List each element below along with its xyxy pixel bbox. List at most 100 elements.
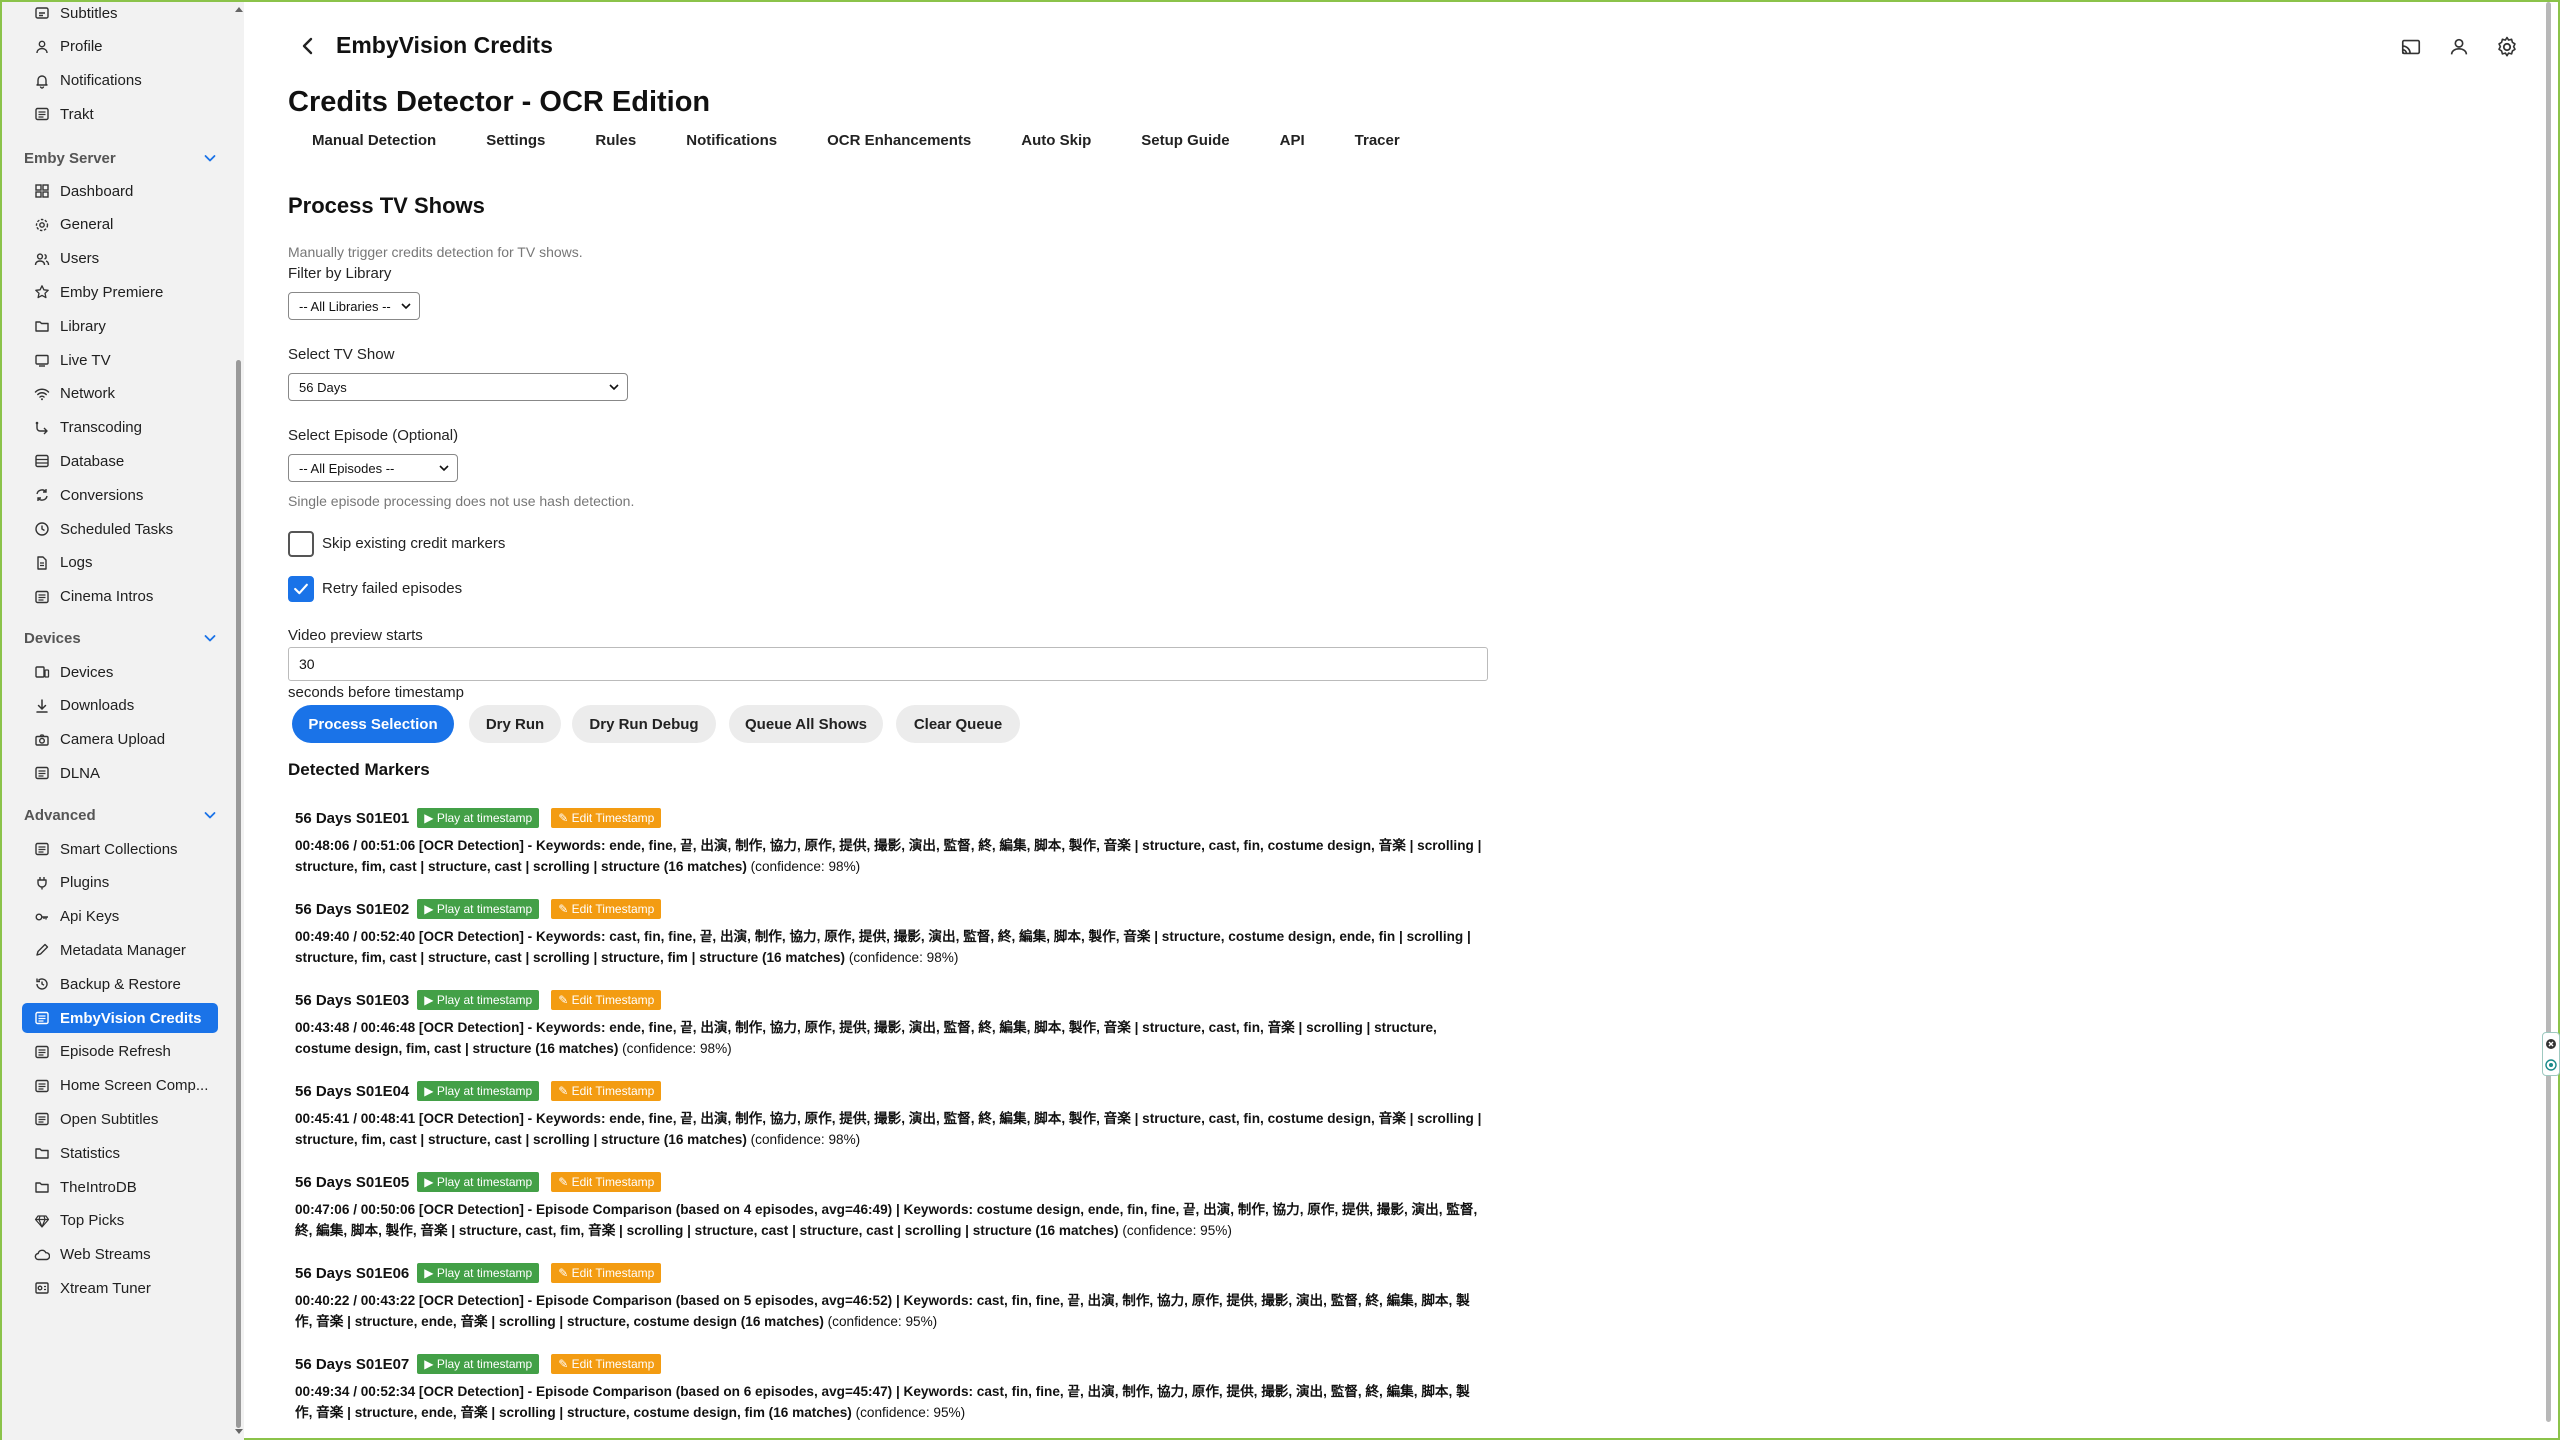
- sidebar-item-backup-restore[interactable]: Backup & Restore: [22, 969, 218, 999]
- tab-rules[interactable]: Rules: [595, 132, 636, 149]
- cast-button[interactable]: [2398, 34, 2424, 60]
- sidebar-item-dlna[interactable]: DLNA: [22, 758, 218, 788]
- dry-run-debug-button[interactable]: Dry Run Debug: [572, 705, 716, 743]
- user-button[interactable]: [2446, 34, 2472, 60]
- sidebar-item-camera-upload[interactable]: Camera Upload: [22, 725, 218, 755]
- scroll-down-icon[interactable]: [235, 1429, 243, 1434]
- sidebar-item-downloads[interactable]: Downloads: [22, 691, 218, 721]
- settings-button[interactable]: [2494, 34, 2520, 60]
- clear-queue-button[interactable]: Clear Queue: [896, 705, 1020, 743]
- retry-failed-checkbox[interactable]: [288, 576, 314, 602]
- episode-select-value: -- All Episodes --: [299, 460, 395, 476]
- edit-timestamp-button[interactable]: ✎ Edit Timestamp: [551, 899, 662, 919]
- sidebar-item-database[interactable]: Database: [22, 446, 218, 476]
- sidebar-item-dashboard[interactable]: Dashboard: [22, 176, 218, 206]
- library-select[interactable]: -- All Libraries --: [288, 292, 420, 320]
- marker-header: 56 Days S01E07 ▶ Play at timestamp ✎ Edit …: [295, 1353, 1485, 1375]
- sidebar-section-devices[interactable]: Devices: [24, 625, 218, 651]
- sidebar-item-smart-collections[interactable]: Smart Collections: [22, 834, 218, 864]
- sidebar-item-metadata-manager[interactable]: Metadata Manager: [22, 935, 218, 965]
- sidebar-scroll-thumb[interactable]: [236, 360, 241, 1428]
- sidebar-item-library[interactable]: Library: [22, 311, 218, 341]
- process-selection-button[interactable]: Process Selection: [292, 705, 454, 743]
- sidebar-item-episode-refresh[interactable]: Episode Refresh: [22, 1037, 218, 1067]
- sidebar-item-live-tv[interactable]: Live TV: [22, 345, 218, 375]
- marker-episode: 56 Days S01E07: [295, 1355, 410, 1373]
- sidebar-item-general[interactable]: General: [22, 210, 218, 240]
- floating-widget[interactable]: [2542, 1032, 2560, 1076]
- play-at-timestamp-button[interactable]: ▶ Play at timestamp: [417, 1172, 540, 1192]
- chevron-down-icon: [609, 384, 619, 391]
- play-at-timestamp-button[interactable]: ▶ Play at timestamp: [417, 1263, 540, 1283]
- sidebar-item-emby-premiere[interactable]: Emby Premiere: [22, 277, 218, 307]
- dry-run-button[interactable]: Dry Run: [469, 705, 561, 743]
- sidebar-section-title: Advanced: [24, 806, 96, 824]
- sidebar-item-logs[interactable]: Logs: [22, 548, 218, 578]
- play-at-timestamp-button[interactable]: ▶ Play at timestamp: [417, 808, 540, 828]
- marker-text: 00:45:41 / 00:48:41 [OCR Detection] - Ke…: [295, 1111, 1482, 1147]
- play-at-timestamp-button[interactable]: ▶ Play at timestamp: [417, 990, 540, 1010]
- sidebar-item-open-subtitles[interactable]: Open Subtitles: [22, 1104, 218, 1134]
- play-at-timestamp-button[interactable]: ▶ Play at timestamp: [417, 1354, 540, 1374]
- tv-show-select[interactable]: 56 Days: [288, 373, 628, 401]
- close-circle-icon[interactable]: [2545, 1038, 2557, 1050]
- tab-api[interactable]: API: [1280, 132, 1305, 149]
- target-icon[interactable]: [2545, 1058, 2557, 1071]
- episode-select[interactable]: -- All Episodes --: [288, 454, 458, 482]
- preview-suffix: seconds before timestamp: [288, 684, 464, 701]
- sidebar-item-users[interactable]: Users: [22, 244, 218, 274]
- sidebar-item-cinema-intros[interactable]: Cinema Intros: [22, 582, 218, 612]
- edit-timestamp-button[interactable]: ✎ Edit Timestamp: [551, 990, 662, 1010]
- sidebar-section-emby-server[interactable]: Emby Server: [24, 145, 218, 171]
- sidebar-item-api-keys[interactable]: Api Keys: [22, 902, 218, 932]
- edit-timestamp-button[interactable]: ✎ Edit Timestamp: [551, 1172, 662, 1192]
- sidebar-item-network[interactable]: Network: [22, 379, 218, 409]
- play-at-timestamp-button[interactable]: ▶ Play at timestamp: [417, 1081, 540, 1101]
- tab-settings[interactable]: Settings: [486, 132, 545, 149]
- bell-icon: [34, 73, 50, 89]
- sidebar-item-embyvision-credits[interactable]: EmbyVision Credits: [22, 1003, 218, 1033]
- sidebar-item-plugins[interactable]: Plugins: [22, 868, 218, 898]
- sidebar-section-advanced[interactable]: Advanced: [24, 802, 218, 828]
- sidebar-item-label: EmbyVision Credits: [60, 1009, 202, 1027]
- sidebar-item-trakt[interactable]: Trakt: [22, 99, 218, 129]
- edit-timestamp-button[interactable]: ✎ Edit Timestamp: [551, 1263, 662, 1283]
- sidebar-item-home-screen-comp[interactable]: Home Screen Comp...: [22, 1071, 218, 1101]
- sidebar-item-devices[interactable]: Devices: [22, 657, 218, 687]
- sidebar-scrollbar[interactable]: [234, 2, 244, 1440]
- marker-text: 00:48:06 / 00:51:06 [OCR Detection] - Ke…: [295, 838, 1482, 874]
- preview-seconds-input[interactable]: 30: [288, 647, 1488, 681]
- sidebar-item-conversions[interactable]: Conversions: [22, 480, 218, 510]
- main-scroll-thumb[interactable]: [2546, 2, 2551, 1422]
- marker-confidence: (confidence: 98%): [622, 1041, 732, 1056]
- sidebar-item-subtitles[interactable]: Subtitles: [22, 2, 218, 28]
- tab-auto-skip[interactable]: Auto Skip: [1021, 132, 1091, 149]
- list-icon: [34, 765, 50, 781]
- play-at-timestamp-button[interactable]: ▶ Play at timestamp: [417, 899, 540, 919]
- marker-details: 00:49:40 / 00:52:40 [OCR Detection] - Ke…: [295, 926, 1485, 968]
- scroll-up-icon[interactable]: [235, 7, 243, 12]
- sidebar-item-top-picks[interactable]: Top Picks: [22, 1206, 218, 1236]
- tab-tracer[interactable]: Tracer: [1355, 132, 1400, 149]
- edit-timestamp-button[interactable]: ✎ Edit Timestamp: [551, 1081, 662, 1101]
- back-button[interactable]: [294, 32, 322, 60]
- sidebar-item-web-streams[interactable]: Web Streams: [22, 1240, 218, 1270]
- tab-ocr-enhancements[interactable]: OCR Enhancements: [827, 132, 971, 149]
- tab-manual-detection[interactable]: Manual Detection: [312, 132, 436, 149]
- sidebar-item-notifications[interactable]: Notifications: [22, 66, 218, 96]
- tab-setup-guide[interactable]: Setup Guide: [1141, 132, 1229, 149]
- sidebar-item-theintrodb[interactable]: TheIntroDB: [22, 1172, 218, 1202]
- sidebar-item-label: Trakt: [60, 105, 94, 123]
- retry-failed-label: Retry failed episodes: [322, 580, 463, 597]
- queue-all-button[interactable]: Queue All Shows: [729, 705, 883, 743]
- sidebar-item-profile[interactable]: Profile: [22, 32, 218, 62]
- sidebar-item-transcoding[interactable]: Transcoding: [22, 413, 218, 443]
- sidebar-item-xtream-tuner[interactable]: Xtream Tuner: [22, 1273, 218, 1303]
- skip-existing-checkbox[interactable]: [288, 531, 314, 557]
- main-scrollbar[interactable]: [2540, 2, 2560, 1440]
- sidebar-item-statistics[interactable]: Statistics: [22, 1138, 218, 1168]
- edit-timestamp-button[interactable]: ✎ Edit Timestamp: [551, 1354, 662, 1374]
- edit-timestamp-button[interactable]: ✎ Edit Timestamp: [551, 808, 662, 828]
- tab-notifications[interactable]: Notifications: [686, 132, 777, 149]
- sidebar-item-scheduled-tasks[interactable]: Scheduled Tasks: [22, 514, 218, 544]
